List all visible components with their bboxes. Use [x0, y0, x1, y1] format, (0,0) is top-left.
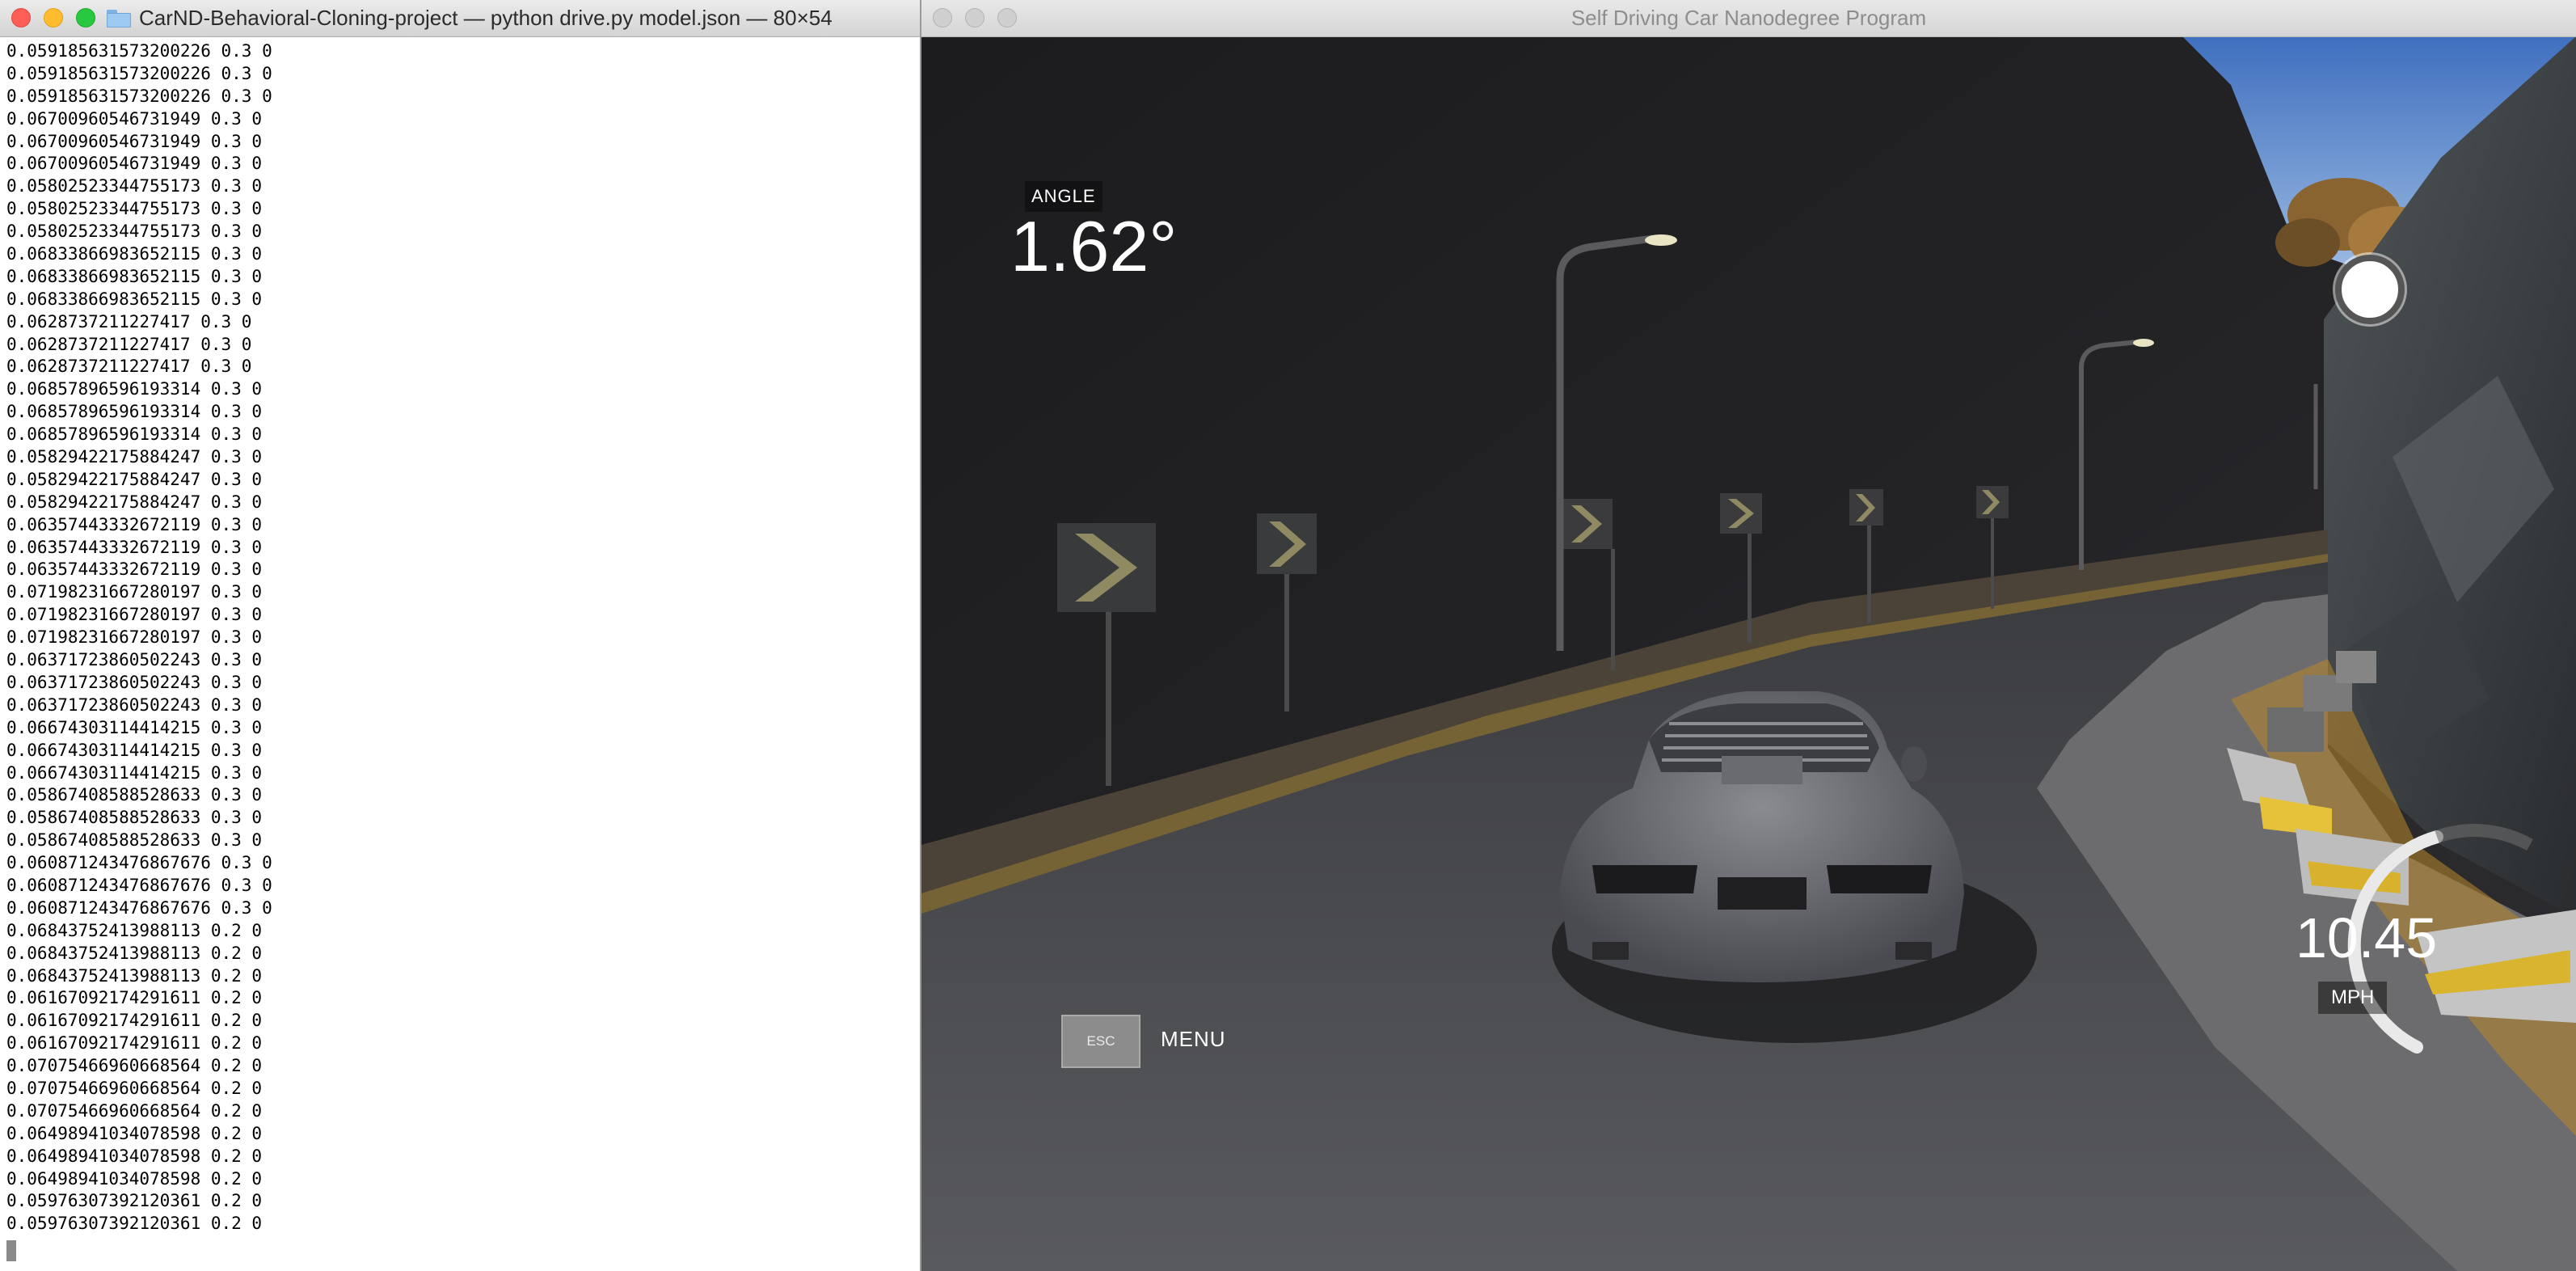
output-line: 0.059185631573200226 0.3 0	[6, 41, 272, 61]
simulator-title: Self Driving Car Nanodegree Program	[1570, 6, 1927, 30]
output-line: 0.06371723860502243 0.3 0	[6, 650, 263, 670]
output-line: 0.05829422175884247 0.3 0	[6, 447, 263, 467]
output-line: 0.06498941034078598 0.2 0	[6, 1123, 263, 1143]
folder-icon	[107, 9, 131, 27]
output-line: 0.05802523344755173 0.3 0	[6, 222, 263, 242]
output-line: 0.06498941034078598 0.2 0	[6, 1146, 263, 1166]
output-line: 0.059185631573200226 0.3 0	[6, 63, 272, 83]
output-line: 0.06167092174291611 0.2 0	[6, 1033, 263, 1054]
output-line: 0.05802523344755173 0.3 0	[6, 176, 263, 196]
output-line: 0.06843752413988113 0.2 0	[6, 920, 263, 940]
output-line: 0.05867408588528633 0.3 0	[6, 785, 263, 805]
output-line: 0.06357443332672119 0.3 0	[6, 537, 263, 557]
output-line: 0.060871243476867676 0.3 0	[6, 897, 272, 918]
output-line: 0.05867408588528633 0.3 0	[6, 830, 263, 851]
terminal-titlebar[interactable]: CarND-Behavioral-Cloning-project — pytho…	[0, 0, 920, 37]
output-line: 0.07198231667280197 0.3 0	[6, 582, 263, 602]
autumn-tree	[2275, 218, 2340, 267]
output-line: 0.059185631573200226 0.3 0	[6, 86, 272, 106]
speed-value: 10.45	[2296, 906, 2438, 969]
output-line: 0.06843752413988113 0.2 0	[6, 965, 263, 986]
menu-label[interactable]: MENU	[1161, 1027, 1226, 1052]
output-line: 0.060871243476867676 0.3 0	[6, 853, 272, 873]
terminal-output[interactable]: 0.059185631573200226 0.3 0 0.059185631573…	[6, 40, 272, 1235]
output-line: 0.06833866983652115 0.3 0	[6, 266, 263, 286]
output-line: 0.06833866983652115 0.3 0	[6, 244, 263, 264]
output-line: 0.06833866983652115 0.3 0	[6, 289, 263, 309]
output-line: 0.07198231667280197 0.3 0	[6, 605, 263, 625]
output-line: 0.06857896596193314 0.3 0	[6, 402, 263, 422]
output-line: 0.06674303114414215 0.3 0	[6, 762, 263, 783]
output-line: 0.06700960546731949 0.3 0	[6, 154, 263, 174]
output-line: 0.05829422175884247 0.3 0	[6, 492, 263, 512]
zoom-icon[interactable]	[76, 8, 95, 27]
terminal-title: CarND-Behavioral-Cloning-project — pytho…	[139, 6, 833, 30]
output-line: 0.07075466960668564 0.2 0	[6, 1078, 263, 1098]
minimize-icon[interactable]	[44, 8, 63, 27]
window-controls	[11, 8, 95, 27]
output-line: 0.06843752413988113 0.2 0	[6, 943, 263, 963]
output-line: 0.06498941034078598 0.2 0	[6, 1168, 263, 1189]
output-line: 0.06674303114414215 0.3 0	[6, 717, 263, 737]
record-button[interactable]	[2335, 255, 2405, 324]
output-line: 0.06357443332672119 0.3 0	[6, 559, 263, 580]
output-line: 0.05976307392120361 0.2 0	[6, 1214, 263, 1234]
output-line: 0.07075466960668564 0.2 0	[6, 1100, 263, 1121]
output-line: 0.05802523344755173 0.3 0	[6, 199, 263, 219]
angle-value: 1.62°	[1010, 206, 1178, 286]
output-line: 0.0628737211227417 0.3 0	[6, 357, 252, 377]
output-line: 0.05976307392120361 0.2 0	[6, 1191, 263, 1211]
output-line: 0.06167092174291611 0.2 0	[6, 1011, 263, 1031]
simulator-window: Self Driving Car Nanodegree Program ANGL…	[921, 0, 2576, 1271]
output-line: 0.06371723860502243 0.3 0	[6, 672, 263, 692]
output-line: 0.05829422175884247 0.3 0	[6, 469, 263, 489]
output-line: 0.06857896596193314 0.3 0	[6, 379, 263, 399]
terminal-window: CarND-Behavioral-Cloning-project — pytho…	[0, 0, 921, 1271]
output-line: 0.0628737211227417 0.3 0	[6, 311, 252, 331]
output-line: 0.0628737211227417 0.3 0	[6, 334, 252, 354]
output-line: 0.06357443332672119 0.3 0	[6, 514, 263, 534]
output-line: 0.07075466960668564 0.2 0	[6, 1056, 263, 1076]
esc-button[interactable]: ESC	[1061, 1015, 1140, 1068]
output-line: 0.060871243476867676 0.3 0	[6, 875, 272, 895]
simulator-titlebar[interactable]: Self Driving Car Nanodegree Program	[921, 0, 2576, 37]
speed-unit-label: MPH	[2318, 982, 2388, 1014]
output-line: 0.06700960546731949 0.3 0	[6, 131, 263, 151]
output-line: 0.07198231667280197 0.3 0	[6, 627, 263, 648]
terminal-title-group: CarND-Behavioral-Cloning-project — pytho…	[107, 0, 833, 36]
output-line: 0.06674303114414215 0.3 0	[6, 740, 263, 760]
terminal-cursor	[6, 1240, 16, 1261]
close-icon[interactable]	[11, 8, 31, 27]
output-line: 0.06857896596193314 0.3 0	[6, 424, 263, 445]
output-line: 0.06371723860502243 0.3 0	[6, 695, 263, 715]
output-line: 0.06700960546731949 0.3 0	[6, 108, 263, 129]
output-line: 0.06167092174291611 0.2 0	[6, 988, 263, 1008]
output-line: 0.05867408588528633 0.3 0	[6, 808, 263, 828]
